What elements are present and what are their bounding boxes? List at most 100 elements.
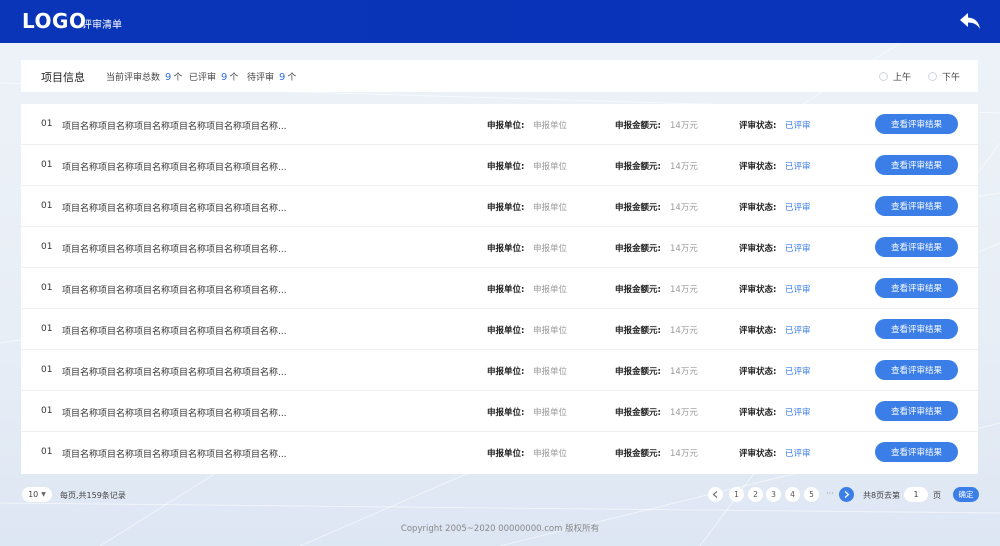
back-icon[interactable] [958,10,982,32]
view-result-button[interactable]: 查看评审结果 [875,360,958,380]
item-name: 项目名称项目名称项目名称项目名称项目名称项目名称... [62,204,287,214]
unit-value: 申报单位 [533,285,568,295]
pending-count-label: 待评审 [247,73,275,83]
unit-label: 申报单位: [487,285,525,295]
copyright-footer: Copyright 2005~2020 00000000.com 版权所有 [400,524,600,534]
status-label: 评审状态: [739,203,777,213]
total-pages-text: 共8页 [863,491,885,500]
status-label: 评审状态: [739,121,777,131]
item-index: 01 [41,406,53,416]
status-value: 已评审 [785,244,811,254]
page-subtitle: 评审清单 [82,20,122,31]
view-result-button[interactable]: 查看评审结果 [875,278,958,298]
list-item: 01 项目名称项目名称项目名称项目名称项目名称项目名称... 申报单位: 申报单… [21,227,978,268]
unit-label: 申报单位: [487,203,525,213]
amount-value: 14万元 [670,408,698,418]
total-count-label: 当前评审总数 [106,73,161,83]
status-value: 已评审 [785,367,811,377]
page-size-select[interactable]: 10 ▼ [22,487,52,502]
reviewed-count-stat: 已评审 9 个 [189,70,238,83]
unit-label: 申报单位: [487,326,525,336]
view-result-button[interactable]: 查看评审结果 [875,401,958,421]
list-item: 01 项目名称项目名称项目名称项目名称项目名称项目名称... 申报单位: 申报单… [21,104,978,145]
amount-label: 申报金额元: [615,203,661,213]
confirm-button[interactable]: 确定 [953,487,979,502]
page-button-2[interactable]: 2 [748,487,763,502]
amount-label: 申报金额元: [615,121,661,131]
item-name: 项目名称项目名称项目名称项目名称项目名称项目名称... [62,450,287,460]
status-label: 评审状态: [739,162,777,172]
unit-value: 申报单位 [533,162,568,172]
reviewed-count-unit: 个 [229,73,239,83]
radio-afternoon-label: 下午 [942,73,961,83]
goto-label: 去第 [884,491,900,500]
status-value: 已评审 [785,203,811,213]
status-label: 评审状态: [739,244,777,254]
pagination-ellipsis: ··· [826,489,834,498]
page-button-3[interactable]: 3 [766,487,781,502]
chevron-left-icon [712,491,718,498]
item-index: 01 [41,119,53,129]
total-count-value: 9 [165,72,172,83]
radio-morning[interactable]: 上午 [879,70,911,83]
view-result-button[interactable]: 查看评审结果 [875,114,958,134]
page-button-4[interactable]: 4 [785,487,800,502]
unit-value: 申报单位 [533,326,568,336]
status-value: 已评审 [785,285,811,295]
list-item: 01 项目名称项目名称项目名称项目名称项目名称项目名称... 申报单位: 申报单… [21,268,978,309]
unit-label: 申报单位: [487,408,525,418]
reviewed-count-value: 9 [221,72,228,83]
unit-label: 申报单位: [487,367,525,377]
item-name: 项目名称项目名称项目名称项目名称项目名称项目名称... [62,368,287,378]
status-label: 评审状态: [739,367,777,377]
list-item: 01 项目名称项目名称项目名称项目名称项目名称项目名称... 申报单位: 申报单… [21,391,978,432]
view-result-button[interactable]: 查看评审结果 [875,442,958,462]
view-result-button[interactable]: 查看评审结果 [875,196,958,216]
page-button-1[interactable]: 1 [729,487,744,502]
radio-circle-icon [928,72,937,81]
page-suffix: 页 [933,491,941,500]
prev-page-button[interactable] [708,487,723,502]
page-button-5[interactable]: 5 [804,487,819,502]
view-result-button[interactable]: 查看评审结果 [875,319,958,339]
unit-value: 申报单位 [533,449,568,459]
item-name: 项目名称项目名称项目名称项目名称项目名称项目名称... [62,286,287,296]
unit-label: 申报单位: [487,449,525,459]
amount-label: 申报金额元: [615,244,661,254]
amount-label: 申报金额元: [615,162,661,172]
radio-afternoon[interactable]: 下午 [928,70,960,83]
amount-value: 14万元 [670,449,698,459]
list-item: 01 项目名称项目名称项目名称项目名称项目名称项目名称... 申报单位: 申报单… [21,145,978,186]
total-count-unit: 个 [173,73,183,83]
amount-label: 申报金额元: [615,408,661,418]
next-page-button[interactable] [839,487,854,502]
amount-label: 申报金额元: [615,449,661,459]
unit-value: 申报单位 [533,121,568,131]
amount-value: 14万元 [670,285,698,295]
amount-value: 14万元 [670,244,698,254]
item-index: 01 [41,201,53,211]
status-value: 已评审 [785,408,811,418]
status-value: 已评审 [785,449,811,459]
list-item: 01 项目名称项目名称项目名称项目名称项目名称项目名称... 申报单位: 申报单… [21,309,978,350]
status-label: 评审状态: [739,408,777,418]
unit-label: 申报单位: [487,121,525,131]
item-name: 项目名称项目名称项目名称项目名称项目名称项目名称... [62,163,287,173]
view-result-button[interactable]: 查看评审结果 [875,155,958,175]
view-result-button[interactable]: 查看评审结果 [875,237,958,257]
unit-value: 申报单位 [533,203,568,213]
records-summary: 每页,共159条记录 [60,491,126,500]
page-size-value: 10 [28,490,39,499]
list-item: 01 项目名称项目名称项目名称项目名称项目名称项目名称... 申报单位: 申报单… [21,186,978,227]
goto-page-input[interactable] [904,487,928,502]
item-name: 项目名称项目名称项目名称项目名称项目名称项目名称... [62,327,287,337]
unit-value: 申报单位 [533,408,568,418]
logo: LOGO [22,9,87,33]
unit-value: 申报单位 [533,367,568,377]
unit-label: 申报单位: [487,244,525,254]
total-count-stat: 当前评审总数 9 个 [106,70,182,83]
list-item: 01 项目名称项目名称项目名称项目名称项目名称项目名称... 申报单位: 申报单… [21,350,978,391]
amount-value: 14万元 [670,203,698,213]
amount-label: 申报金额元: [615,285,661,295]
status-value: 已评审 [785,162,811,172]
